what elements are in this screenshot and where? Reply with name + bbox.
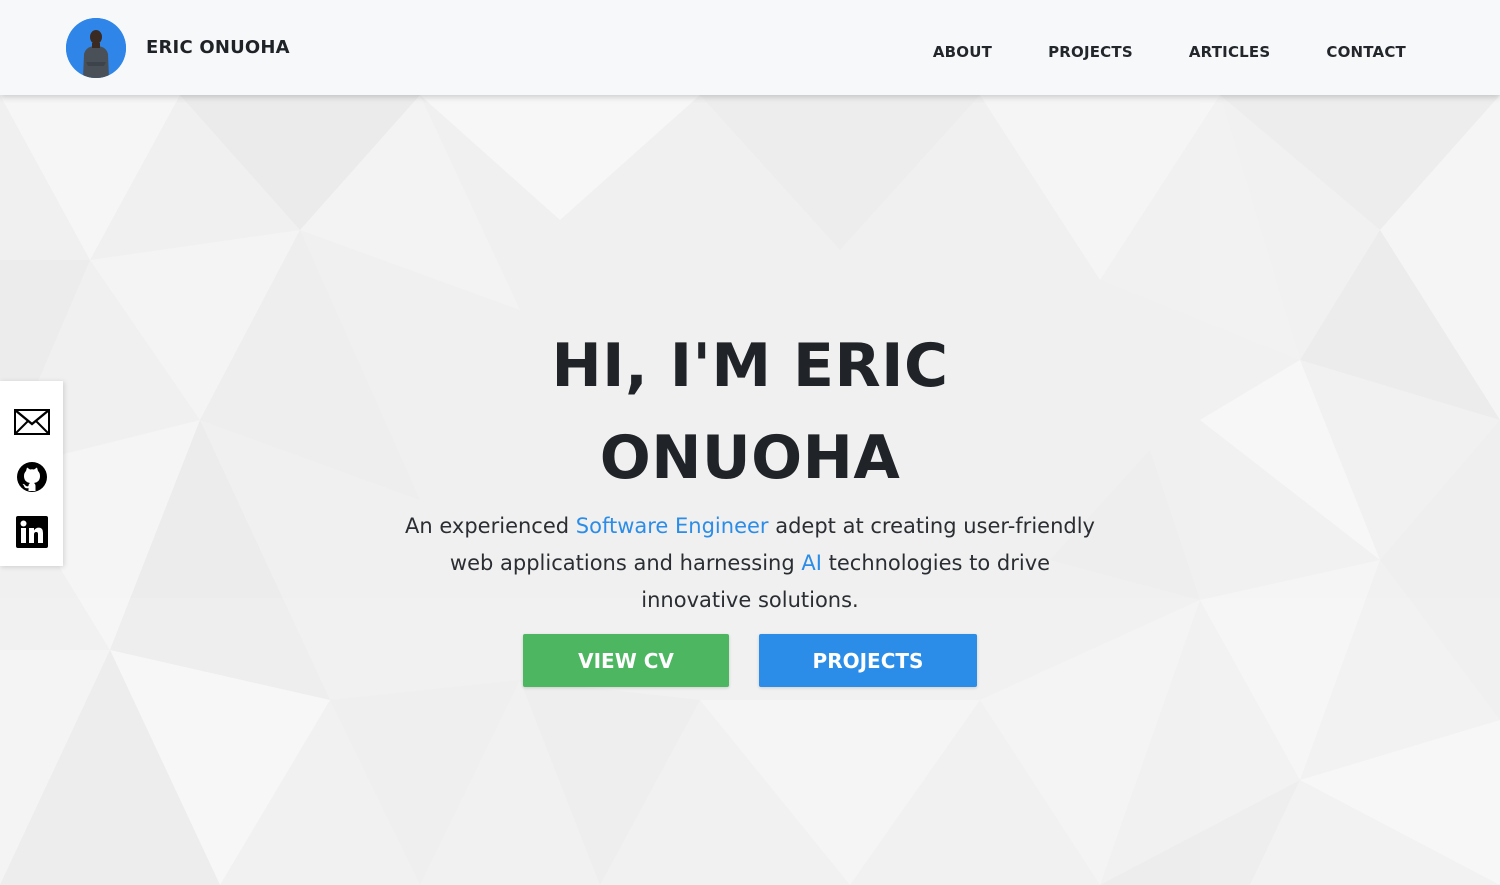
github-icon[interactable]: [13, 458, 51, 496]
hero-title-line1: HI, I'M ERIC: [551, 331, 949, 401]
avatar: [66, 17, 126, 78]
brand-name: ERIC ONUOHA: [146, 37, 290, 58]
projects-button[interactable]: PROJECTS: [759, 634, 977, 687]
hero-subtitle: An experienced Software Engineer adept a…: [405, 508, 1095, 619]
hero-title-line2: ONUOHA: [599, 423, 901, 493]
nav-contact[interactable]: CONTACT: [1326, 43, 1406, 61]
nav-about[interactable]: ABOUT: [933, 43, 992, 61]
highlight-software-engineer: Software Engineer: [575, 514, 769, 538]
nav-menu: ABOUT PROJECTS ARTICLES CONTACT: [933, 0, 1406, 95]
profile-photo-icon: [66, 17, 126, 78]
hero-buttons: VIEW CV PROJECTS: [523, 634, 977, 687]
social-sidebar: [0, 381, 63, 566]
hero-title: HI, I'M ERIC ONUOHA: [450, 320, 1050, 504]
linkedin-icon[interactable]: [13, 513, 51, 551]
navbar: ERIC ONUOHA ABOUT PROJECTS ARTICLES CONT…: [0, 0, 1500, 95]
mail-icon[interactable]: [13, 403, 51, 441]
view-cv-button[interactable]: VIEW CV: [523, 634, 729, 687]
nav-projects[interactable]: PROJECTS: [1048, 43, 1133, 61]
nav-articles[interactable]: ARTICLES: [1189, 43, 1271, 61]
brand-link[interactable]: ERIC ONUOHA: [66, 17, 290, 78]
subtitle-text-1: An experienced: [405, 514, 576, 538]
hero-section: HI, I'M ERIC ONUOHA An experienced Softw…: [0, 95, 1500, 885]
highlight-ai: AI: [801, 551, 822, 575]
